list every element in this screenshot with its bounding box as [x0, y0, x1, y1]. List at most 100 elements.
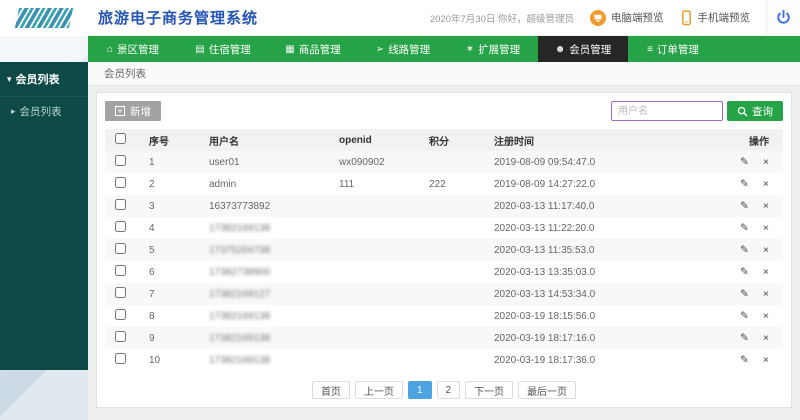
cell-index: 9 [145, 333, 205, 344]
select-all-checkbox[interactable] [115, 133, 126, 144]
delete-icon[interactable]: × [763, 201, 769, 212]
edit-icon[interactable]: ✎ [740, 289, 749, 300]
edit-icon[interactable]: ✎ [740, 245, 749, 256]
cell-username: 17375264738 [205, 245, 335, 256]
page-first-button[interactable]: 首页 [312, 381, 350, 399]
column-header-openid: openid [335, 135, 425, 146]
username-search-input[interactable] [611, 101, 723, 121]
nav-tab-icon: ▦ [285, 44, 294, 55]
main-content: 会员列表 + 新增 查询 [88, 62, 800, 420]
toolbar: + 新增 查询 [97, 93, 791, 125]
nav-tab-icon: ✶ [466, 44, 474, 55]
power-icon [775, 9, 792, 26]
cell-actions: ✎ × [730, 355, 783, 366]
edit-icon[interactable]: ✎ [740, 201, 749, 212]
cell-register-time: 2020-03-13 14:53:34.0 [490, 289, 730, 300]
row-checkbox[interactable] [115, 331, 126, 342]
delete-icon[interactable]: × [763, 267, 769, 278]
phone-icon [680, 10, 693, 26]
table-row: 7 17382169127 2020-03-13 14:53:34.0 ✎ × [105, 283, 783, 305]
delete-icon[interactable]: × [763, 157, 769, 168]
cell-username: 17382169127 [205, 289, 335, 300]
table-row: 5 17375264738 2020-03-13 11:35:53.0 ✎ × [105, 239, 783, 261]
edit-icon[interactable]: ✎ [740, 223, 749, 234]
sidebar-item-label: 会员列表 [20, 104, 62, 119]
nav-tab-label: 景区管理 [117, 42, 159, 57]
nav-tab-extension[interactable]: ✶ 扩展管理 [448, 36, 538, 62]
cell-username: user01 [205, 157, 335, 168]
mobile-preview-button[interactable]: 手机端预览 [680, 10, 751, 26]
row-checkbox[interactable] [115, 353, 126, 364]
cell-actions: ✎ × [730, 311, 783, 322]
sidebar-group-member-list[interactable]: ▾ 会员列表 [0, 62, 88, 97]
logout-button[interactable] [766, 0, 800, 36]
cell-openid: wx090902 [335, 157, 425, 168]
edit-icon[interactable]: ✎ [740, 267, 749, 278]
page-next-button[interactable]: 下一页 [465, 381, 513, 399]
delete-icon[interactable]: × [763, 311, 769, 322]
add-button[interactable]: + 新增 [105, 101, 161, 121]
row-checkbox-cell [105, 287, 145, 301]
edit-icon[interactable]: ✎ [740, 157, 749, 168]
page-1-button[interactable]: 1 [408, 381, 432, 399]
nav-tab-scenic[interactable]: ⌂景区管理 [88, 36, 178, 62]
table-row: 1 user01 wx090902 2019-08-09 09:54:47.0 … [105, 151, 783, 173]
row-checkbox[interactable] [115, 177, 126, 188]
caret-right-icon: ▸ [11, 106, 16, 117]
nav-tab-label: 扩展管理 [478, 42, 520, 57]
row-checkbox[interactable] [115, 199, 126, 210]
app-title: 旅游电子商务管理系统 [98, 7, 258, 28]
page-2-button[interactable]: 2 [437, 381, 461, 399]
pc-preview-label: 电脑端预览 [611, 10, 664, 25]
edit-icon[interactable]: ✎ [740, 179, 749, 190]
row-checkbox[interactable] [115, 155, 126, 166]
search-button[interactable]: 查询 [727, 101, 783, 121]
sidebar-item-member-list[interactable]: ▸ 会员列表 [0, 97, 88, 126]
mobile-preview-label: 手机端预览 [698, 10, 751, 25]
nav-tab-lodging[interactable]: ▤ 住宿管理 [178, 36, 268, 62]
delete-icon[interactable]: × [763, 179, 769, 190]
nav-tab-label: 商品管理 [299, 42, 341, 57]
cell-actions: ✎ × [730, 333, 783, 344]
nav-tab-member[interactable]: ☻会员管理 [538, 36, 628, 62]
row-checkbox-cell [105, 309, 145, 323]
pc-preview-button[interactable]: 电脑端预览 [590, 10, 664, 26]
nav-tab-order[interactable]: ≡订单管理 [628, 36, 718, 62]
pagination: 首页 上一页 1 2 下一页 最后一页 [97, 381, 791, 399]
cell-index: 10 [145, 355, 205, 366]
nav-tab-goods[interactable]: ▦ 商品管理 [268, 36, 358, 62]
delete-icon[interactable]: × [763, 245, 769, 256]
table-row: 3 16373773892 2020-03-13 11:17:40.0 ✎ × [105, 195, 783, 217]
breadcrumb: 会员列表 [88, 62, 800, 86]
row-checkbox-cell [105, 265, 145, 279]
nav-tab-icon: ▤ [195, 44, 204, 55]
row-checkbox[interactable] [115, 309, 126, 320]
cell-actions: ✎ × [730, 201, 783, 212]
header-right: 2020年7月30日 你好，超级管理员 电脑端预览 手机端预览 [430, 0, 800, 36]
edit-icon[interactable]: ✎ [740, 333, 749, 344]
row-checkbox[interactable] [115, 287, 126, 298]
logo [0, 0, 88, 36]
nav-tab-label: 住宿管理 [209, 42, 251, 57]
table-row: 9 17382169138 2020-03-19 18:17:16.0 ✎ × [105, 327, 783, 349]
nav-tab-route[interactable]: ➢线路管理 [358, 36, 448, 62]
row-checkbox-cell [105, 155, 145, 169]
row-checkbox[interactable] [115, 243, 126, 254]
column-header-index: 序号 [145, 133, 205, 148]
cell-actions: ✎ × [730, 157, 783, 168]
page-last-button[interactable]: 最后一页 [518, 381, 576, 399]
table-row: 10 17382169138 2020-03-19 18:17:36.0 ✎ × [105, 349, 783, 371]
row-checkbox[interactable] [115, 265, 126, 276]
cell-index: 4 [145, 223, 205, 234]
cell-points: 222 [425, 179, 490, 190]
delete-icon[interactable]: × [763, 223, 769, 234]
delete-icon[interactable]: × [763, 355, 769, 366]
row-checkbox-cell [105, 199, 145, 213]
delete-icon[interactable]: × [763, 333, 769, 344]
page-prev-button[interactable]: 上一页 [355, 381, 403, 399]
edit-icon[interactable]: ✎ [740, 311, 749, 322]
cell-index: 3 [145, 201, 205, 212]
edit-icon[interactable]: ✎ [740, 355, 749, 366]
row-checkbox[interactable] [115, 221, 126, 232]
delete-icon[interactable]: × [763, 289, 769, 300]
